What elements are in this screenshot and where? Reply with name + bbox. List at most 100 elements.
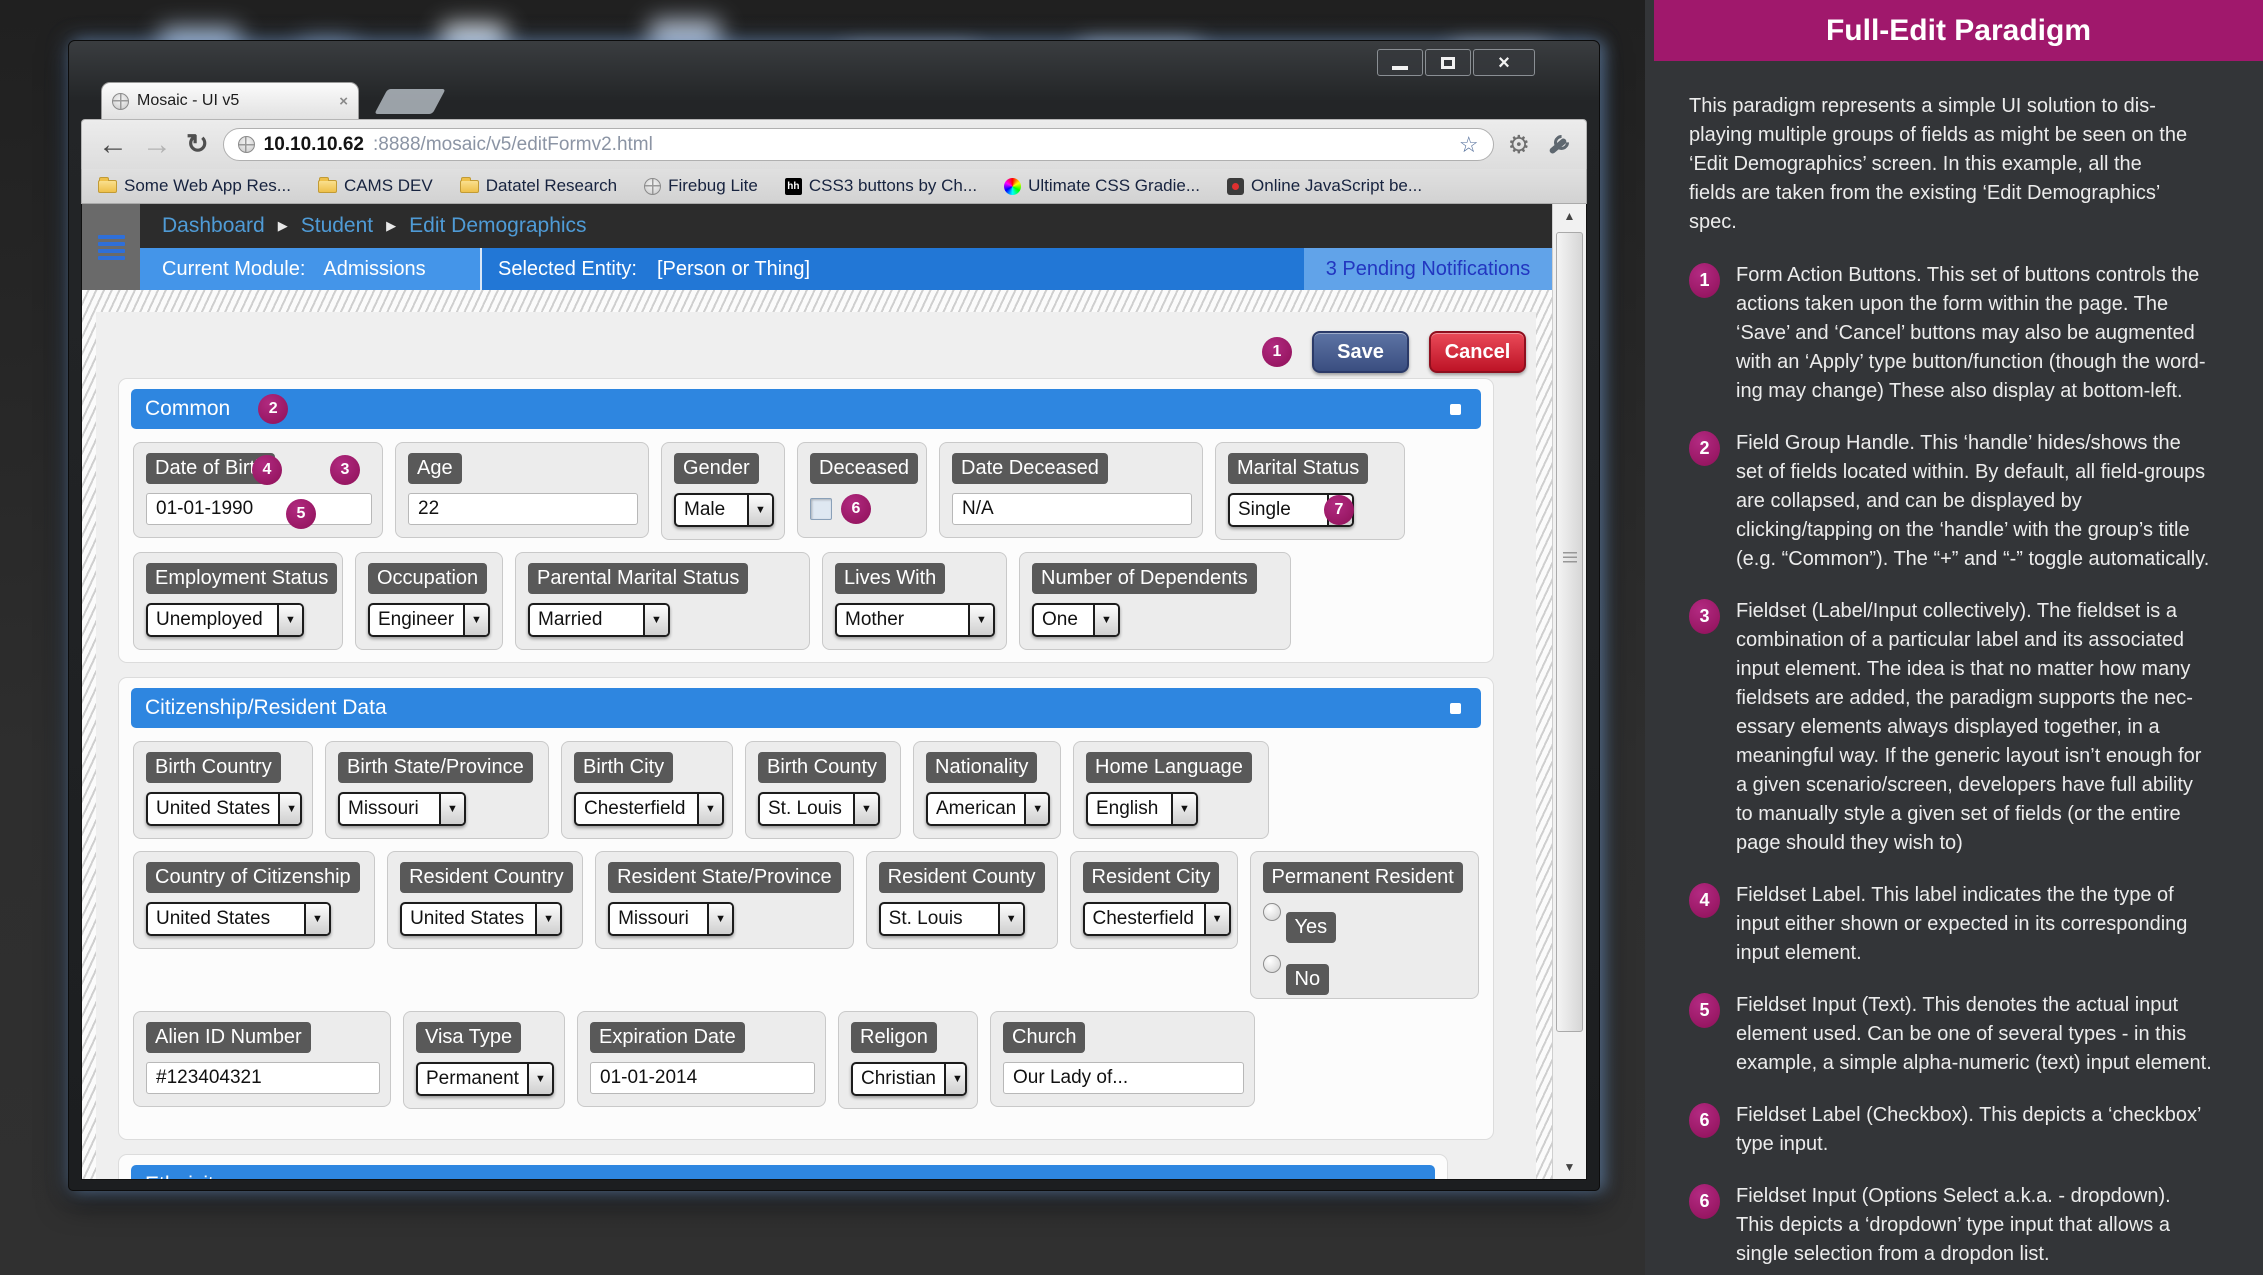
date-deceased-input[interactable]: N/A [952,493,1192,525]
dropdown-arrow-icon[interactable] [747,495,772,525]
dropdown-arrow-icon[interactable] [998,904,1023,934]
wrench-menu-icon[interactable] [1544,132,1570,158]
new-tab-button[interactable] [374,89,445,114]
dropdown-arrow-icon[interactable] [968,605,993,635]
gender-select[interactable]: Male [674,493,774,527]
dropdown-arrow-icon[interactable] [535,904,560,934]
browser-tab[interactable]: Mosaic - UI v5 × [101,82,359,119]
current-module-label: Current Module: [162,258,305,281]
dropdown-arrow-icon[interactable] [463,605,488,635]
dropdown-arrow-icon[interactable] [527,1064,552,1094]
resident-county-select[interactable]: St. Louis [879,902,1025,936]
bookmark-item[interactable]: Datatel Research [460,176,617,196]
scrollbar-thumb[interactable] [1556,232,1583,1032]
hamburger-menu-icon[interactable] [98,235,125,260]
bookmark-item[interactable]: Some Web App Res... [98,176,291,196]
church-input[interactable]: Our Lady of... [1003,1062,1244,1094]
tab-close-icon[interactable]: × [339,93,348,110]
page-viewport: Dashboard Student Edit Demographics Curr… [81,204,1587,1180]
resident-country-select[interactable]: United States [400,902,562,936]
bookmark-item[interactable]: Online JavaScript be... [1227,176,1422,196]
dropdown-arrow-icon[interactable] [853,794,878,824]
select-value: Permanent [418,1064,527,1094]
select-value: Chesterfield [576,794,697,824]
fieldset-nationality: Nationality American [913,741,1061,839]
lives-with-select[interactable]: Mother [835,603,995,637]
breadcrumb-dashboard[interactable]: Dashboard [162,214,265,238]
dropdown-arrow-icon[interactable] [1093,605,1118,635]
dropdown-arrow-icon[interactable] [277,605,302,635]
parental-marital-status-select[interactable]: Married [528,603,670,637]
maximize-icon [1441,57,1455,69]
alien-id-input[interactable]: #123404321 [146,1062,380,1094]
expiration-date-input[interactable]: 01-01-2014 [590,1062,815,1094]
save-button[interactable]: Save [1312,331,1409,373]
bookmark-item[interactable]: CAMS DEV [318,176,433,196]
bookmark-item[interactable]: Firebug Lite [644,176,758,196]
url-bar[interactable]: 10.10.10.62 :8888/mosaic/v5/editFormv2.h… [223,128,1494,161]
employment-status-select[interactable]: Unemployed [146,603,304,637]
bookmark-item[interactable]: Ultimate CSS Gradie... [1004,176,1200,196]
bookmark-star-icon[interactable]: ☆ [1459,132,1479,158]
reload-button[interactable]: ↻ [186,131,209,158]
breadcrumb-edit-demographics[interactable]: Edit Demographics [409,214,586,238]
maximize-button[interactable] [1425,49,1471,76]
birth-county-select[interactable]: St. Louis [758,792,880,826]
home-language-select[interactable]: English [1086,792,1198,826]
religion-select[interactable]: Christian [851,1062,967,1096]
birth-state-select[interactable]: Missouri [338,792,466,826]
close-button[interactable]: × [1473,49,1535,76]
minimize-button[interactable] [1377,49,1423,76]
radio-label-no[interactable]: No [1286,964,1330,995]
date-of-birth-input[interactable]: 01-01-1990 [146,493,372,525]
dropdown-arrow-icon[interactable] [439,794,464,824]
window-titlebar[interactable]: × Mosaic - UI v5 × [81,41,1587,119]
collapse-minus-icon[interactable] [1450,703,1461,714]
birth-city-select[interactable]: Chesterfield [574,792,724,826]
dropdown-arrow-icon[interactable] [1204,904,1229,934]
field-label: Visa Type [416,1022,521,1053]
radio-label-yes[interactable]: Yes [1286,912,1337,943]
fieldset-age: Age 22 [395,442,649,538]
dropdown-arrow-icon[interactable] [944,1064,967,1094]
scroll-down-arrow-icon[interactable] [1553,1155,1586,1179]
field-label: Birth Country [146,752,281,783]
age-input[interactable]: 22 [408,493,638,525]
notifications-segment[interactable]: 3 Pending Notifications [1304,248,1552,290]
group-handle-common[interactable]: Common 2 [131,389,1481,429]
group-handle-ethnicity[interactable]: Ethnicity [131,1165,1435,1179]
dropdown-arrow-icon[interactable] [643,605,668,635]
cancel-button[interactable]: Cancel [1429,331,1526,373]
resident-city-select[interactable]: Chesterfield [1083,902,1231,936]
group-handle-citizenship[interactable]: Citizenship/Resident Data [131,688,1481,728]
back-button[interactable]: ← [98,130,128,160]
dropdown-arrow-icon[interactable] [697,794,722,824]
permanent-resident-yes-radio[interactable] [1263,903,1281,921]
pending-notifications[interactable]: 3 Pending Notifications [1326,258,1531,281]
dropdown-arrow-icon[interactable] [304,904,329,934]
resident-state-select[interactable]: Missouri [608,902,734,936]
deceased-checkbox[interactable] [810,498,832,520]
birth-country-select[interactable]: United States [146,792,302,826]
dropdown-arrow-icon[interactable] [1171,794,1196,824]
vertical-scrollbar[interactable] [1552,204,1586,1179]
permanent-resident-no-radio[interactable] [1263,955,1281,973]
dependents-select[interactable]: One [1032,603,1120,637]
menu-column[interactable] [82,204,140,290]
forward-button[interactable]: → [142,130,172,160]
dropdown-arrow-icon[interactable] [1024,794,1049,824]
bookmark-item[interactable]: hhCSS3 buttons by Ch... [785,176,977,196]
occupation-select[interactable]: Engineer [368,603,490,637]
field-label: Home Language [1086,752,1252,783]
collapse-minus-icon[interactable] [1450,404,1461,415]
fieldset-resident-state: Resident State/Province Missouri [595,851,854,949]
scroll-up-arrow-icon[interactable] [1553,204,1586,228]
breadcrumb: Dashboard Student Edit Demographics [140,204,1552,248]
citizenship-country-select[interactable]: United States [146,902,331,936]
nationality-select[interactable]: American [926,792,1050,826]
breadcrumb-student[interactable]: Student [301,214,373,238]
gear-icon[interactable]: ⚙ [1508,130,1530,160]
dropdown-arrow-icon[interactable] [278,794,302,824]
visa-type-select[interactable]: Permanent [416,1062,554,1096]
dropdown-arrow-icon[interactable] [707,904,732,934]
